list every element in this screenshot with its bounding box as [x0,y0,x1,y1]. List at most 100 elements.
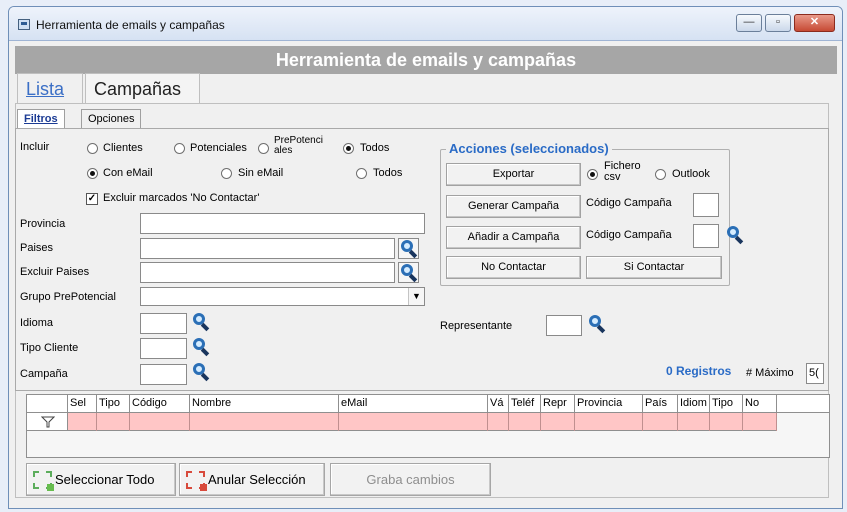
anular-seleccion-button[interactable]: Anular Selección [179,463,325,496]
col-tipo[interactable]: Tipo [97,395,130,413]
window-title: Herramienta de emails y campañas [36,18,225,32]
grid-sep [776,413,777,431]
col-tipo-2[interactable]: Tipo [710,395,743,413]
graba-cambios-button[interactable]: Graba cambios [330,463,491,496]
col-nombre[interactable]: Nombre [190,395,339,413]
radio-prepotenciales-label: PrePotenci ales [274,135,323,156]
codigo-campana-label-2: Código Campaña [586,229,672,241]
maximize-button[interactable]: ▫ [765,14,791,32]
grid-sep [96,413,97,431]
seleccionar-todo-button[interactable]: Seleccionar Todo [26,463,176,496]
grid-header: Sel Tipo Código Nombre eMail Vá Teléf Re… [27,395,829,413]
col-idiom[interactable]: Idiom [678,395,710,413]
radio-fichero-csv[interactable] [587,169,598,180]
excluir-no-contactar-label: Excluir marcados 'No Contactar' [103,192,260,204]
codigo-campana-label-1: Código Campaña [586,197,672,209]
incluir-label: Incluir [20,141,50,153]
magnifier-icon[interactable] [190,336,212,357]
minimize-button[interactable]: — [736,14,762,32]
magnifier-icon [398,238,420,259]
filter-cell[interactable] [27,413,68,431]
col-telef[interactable]: Teléf [509,395,541,413]
maximo-input[interactable]: 5( [806,363,824,384]
col-pais[interactable]: País [643,395,678,413]
filter-row[interactable] [68,413,777,431]
title-bar: Herramienta de emails y campañas — ▫ ✕ [9,7,842,41]
radio-outlook[interactable] [655,169,666,180]
funnel-icon [41,416,55,428]
page-title: Herramienta de emails y campañas [15,46,837,74]
codigo-campana-input-2[interactable] [693,224,719,248]
col-provincia[interactable]: Provincia [575,395,643,413]
paises-search-button[interactable] [398,238,419,259]
col-email[interactable]: eMail [339,395,488,413]
grid-sep [642,413,643,431]
grid-sep [709,413,710,431]
provincia-label: Provincia [20,218,66,230]
seleccionar-todo-label: Seleccionar Todo [55,472,155,487]
magnifier-icon[interactable] [586,313,608,334]
excluir-paises-search-button[interactable] [398,262,419,283]
grid-sep [508,413,509,431]
idioma-input[interactable] [140,313,187,334]
tab-filtros[interactable]: Filtros [17,109,65,129]
tab-campanas[interactable]: Campañas [85,73,200,103]
radio-incluir-todos[interactable] [343,143,354,154]
magnifier-icon[interactable] [190,311,212,332]
results-grid[interactable]: Sel Tipo Código Nombre eMail Vá Teléf Re… [26,394,830,458]
app-icon [18,19,30,30]
codigo-campana-input-1[interactable] [693,193,719,217]
grid-sep [129,413,130,431]
campana-input[interactable] [140,364,187,385]
grid-sep [574,413,575,431]
radio-potenciales[interactable] [174,143,185,154]
registros-count: 0 Registros [666,364,732,378]
close-button[interactable]: ✕ [794,14,835,32]
radio-clientes[interactable] [87,143,98,154]
col-no[interactable]: No [743,395,777,413]
col-codigo[interactable]: Código [130,395,190,413]
excluir-no-contactar-checkbox[interactable]: ✓ [86,193,98,205]
radio-email-todos[interactable] [356,168,367,179]
tab-campanas-label: Campañas [94,79,182,99]
col-repr[interactable]: Repr [541,395,575,413]
idioma-label: Idioma [20,317,54,329]
generar-campana-button[interactable]: Generar Campaña [446,195,581,218]
radio-fichero-csv-label: Fichero csv [604,160,641,183]
paises-label: Paises [20,242,54,254]
grid-sep [189,413,190,431]
magnifier-icon[interactable] [190,361,212,382]
col-sel[interactable]: Sel [68,395,97,413]
radio-sin-email-label: Sin eMail [238,167,284,179]
tipo-cliente-input[interactable] [140,338,187,359]
no-contactar-button[interactable]: No Contactar [446,256,581,279]
anadir-campana-button[interactable]: Añadir a Campaña [446,226,581,249]
exportar-button[interactable]: Exportar [446,163,581,186]
tab-lista-label: Lista [26,79,65,99]
radio-email-todos-label: Todos [373,167,403,179]
magnifier-icon[interactable] [724,224,746,245]
representante-input[interactable] [546,315,582,336]
chevron-down-icon[interactable]: ▼ [408,288,424,305]
tab-lista[interactable]: Lista [17,73,83,103]
acciones-title: Acciones (seleccionados) [446,141,612,156]
maximo-label: # Máximo [746,367,794,379]
anular-seleccion-label: Anular Selección [208,472,306,487]
grupo-prepotencial-label: Grupo PrePotencial [20,291,116,303]
excluir-paises-input[interactable] [140,262,395,283]
radio-prepotenciales[interactable] [258,143,269,154]
si-contactar-button[interactable]: Si Contactar [586,256,722,279]
campana-label: Campaña [20,368,68,380]
tab-opciones[interactable]: Opciones [81,109,142,129]
grid-sep [677,413,678,431]
grupo-prepotencial-select[interactable]: ▼ [140,287,425,306]
radio-sin-email[interactable] [221,168,232,179]
col-va[interactable]: Vá [488,395,509,413]
tipo-cliente-label: Tipo Cliente [20,342,79,354]
magnifier-icon [398,262,420,283]
grid-sep [742,413,743,431]
radio-con-email[interactable] [87,168,98,179]
radio-con-email-label: Con eMail [103,167,153,179]
provincia-input[interactable] [140,213,425,234]
paises-input[interactable] [140,238,395,259]
